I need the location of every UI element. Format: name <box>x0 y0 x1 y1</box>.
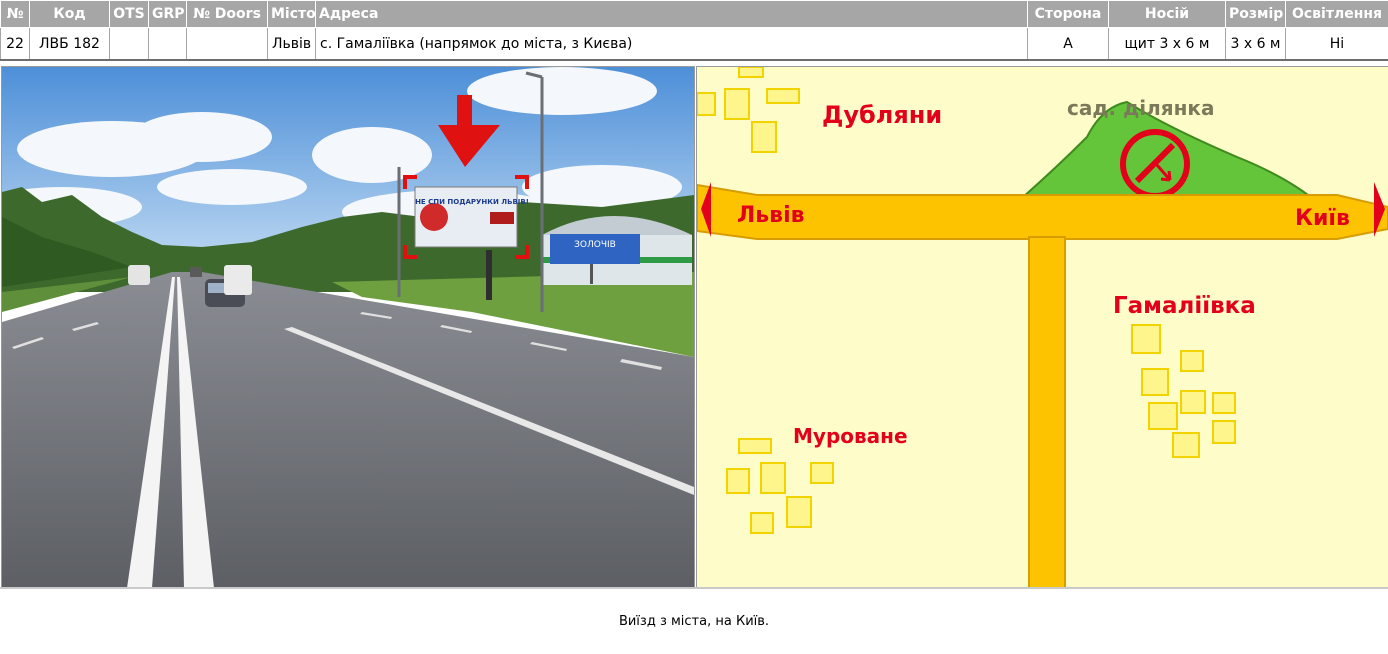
table-header-row: № Код OTS GRP № Doors Місто Адреса Сторо… <box>0 0 1388 28</box>
table-row: 22 ЛВБ 182 Львів с. Гамаліївка (напрямок… <box>0 27 1388 60</box>
cell-carrier: щит 3 х 6 м <box>1108 27 1226 60</box>
label-dublyany: Дубляни <box>822 101 942 129</box>
map-illustration: Дубляни сад. ділянка Львів Київ Гамаліїв… <box>697 67 1388 588</box>
table-divider <box>0 59 1388 61</box>
cell-ots <box>109 27 149 60</box>
header-carrier: Носій <box>1108 0 1226 28</box>
content-panels: ЗОЛОЧІВ НЕ СПИ ПОДАРУНКИ ЛЬВІВ! Дубляни … <box>0 66 1388 589</box>
header-city: Місто <box>267 0 316 28</box>
location-photo: ЗОЛОЧІВ НЕ СПИ ПОДАРУНКИ ЛЬВІВ! <box>1 66 695 589</box>
header-code: Код <box>29 0 110 28</box>
cell-code: ЛВБ 182 <box>29 27 110 60</box>
header-grp: GRP <box>148 0 187 28</box>
header-doors: № Doors <box>186 0 268 28</box>
cell-num: 22 <box>0 27 30 60</box>
cell-lighting: Ні <box>1285 27 1388 60</box>
label-hamaliivka: Гамаліївка <box>1113 293 1256 319</box>
location-map: Дубляни сад. ділянка Львів Київ Гамаліїв… <box>696 66 1388 589</box>
billboard-info-table: № Код OTS GRP № Doors Місто Адреса Сторо… <box>0 0 1388 60</box>
location-caption: Виїзд з міста, на Київ. <box>618 614 770 629</box>
header-ots: OTS <box>109 0 149 28</box>
photo-illustration: ЗОЛОЧІВ НЕ СПИ ПОДАРУНКИ ЛЬВІВ! <box>2 67 694 588</box>
cell-size: 3 х 6 м <box>1225 27 1286 60</box>
cell-address: с. Гамаліївка (напрямок до міста, з Києв… <box>315 27 1028 60</box>
header-address: Адреса <box>315 0 1028 28</box>
label-lviv: Львів <box>737 203 805 228</box>
cell-grp <box>148 27 187 60</box>
header-num: № <box>0 0 30 28</box>
road-sign-text: ЗОЛОЧІВ <box>574 240 616 250</box>
side-road <box>1028 236 1066 588</box>
header-size: Розмір <box>1225 0 1286 28</box>
header-side: Сторона <box>1027 0 1109 28</box>
cell-doors <box>186 27 268 60</box>
cell-city: Львів <box>267 27 316 60</box>
panels-divider <box>0 587 1388 589</box>
label-kyiv: Київ <box>1295 206 1350 231</box>
label-murovane: Муроване <box>793 424 908 448</box>
label-garden-plot: сад. ділянка <box>1067 96 1214 120</box>
cell-side: А <box>1027 27 1109 60</box>
header-lighting: Освітлення <box>1285 0 1388 28</box>
billboard-text: НЕ СПИ ПОДАРУНКИ ЛЬВІВ! <box>415 198 529 206</box>
